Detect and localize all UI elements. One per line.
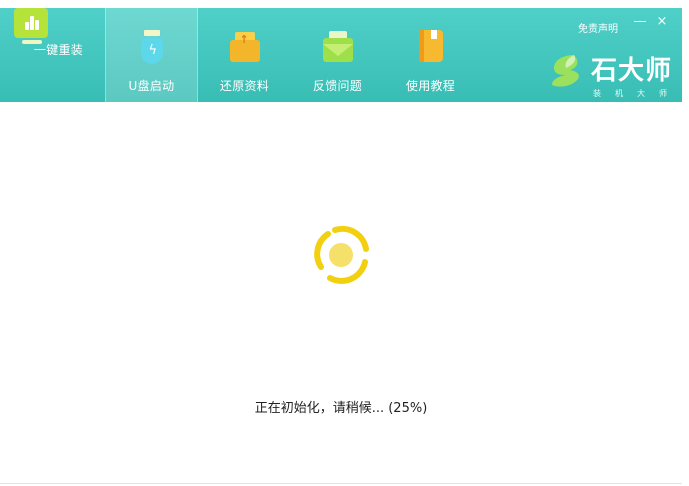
feedback-envelope-icon	[320, 30, 356, 66]
nav-label-feedback: 反馈问题	[312, 79, 363, 93]
nav-item-usb-boot[interactable]: ϟ U盘启动	[105, 8, 198, 102]
brand-logo-icon	[552, 55, 579, 87]
nav-item-feedback[interactable]: 反馈问题	[291, 8, 384, 102]
close-button[interactable]: ×	[655, 14, 669, 30]
progress-status-text: 正在初始化，请稍候... (25%)	[254, 401, 428, 416]
tutorial-book-icon	[413, 30, 449, 66]
footer-divider	[0, 483, 682, 484]
brand-subtitle: 装机大师	[593, 89, 681, 98]
header-bar: 一键重装 ϟ U盘启动 ↑ 还原资料 反馈问题 使用教程 免责声明 — × 石大…	[0, 8, 682, 102]
usb-drive-icon: ϟ	[134, 30, 170, 66]
app-window: 一键重装 ϟ U盘启动 ↑ 还原资料 反馈问题 使用教程 免责声明 — × 石大…	[0, 0, 689, 486]
bar-chart-icon	[14, 8, 48, 44]
disclaimer-link[interactable]: 免责声明	[578, 20, 618, 35]
nav-label-restore-data: 还原资料	[219, 79, 270, 93]
nav-item-restore-data[interactable]: ↑ 还原资料	[198, 8, 291, 102]
loading-spinner-icon	[314, 225, 369, 284]
nav-item-tutorial[interactable]: 使用教程	[384, 8, 477, 102]
main-nav: 一键重装 ϟ U盘启动 ↑ 还原资料 反馈问题 使用教程	[12, 8, 477, 102]
nav-label-tutorial: 使用教程	[405, 79, 456, 93]
nav-label-usb-boot: U盘启动	[128, 79, 175, 93]
brand-name: 石大师	[591, 56, 673, 86]
nav-item-reinstall[interactable]: 一键重装	[12, 8, 105, 102]
restore-box-icon: ↑	[227, 30, 263, 66]
minimize-button[interactable]: —	[633, 14, 647, 30]
